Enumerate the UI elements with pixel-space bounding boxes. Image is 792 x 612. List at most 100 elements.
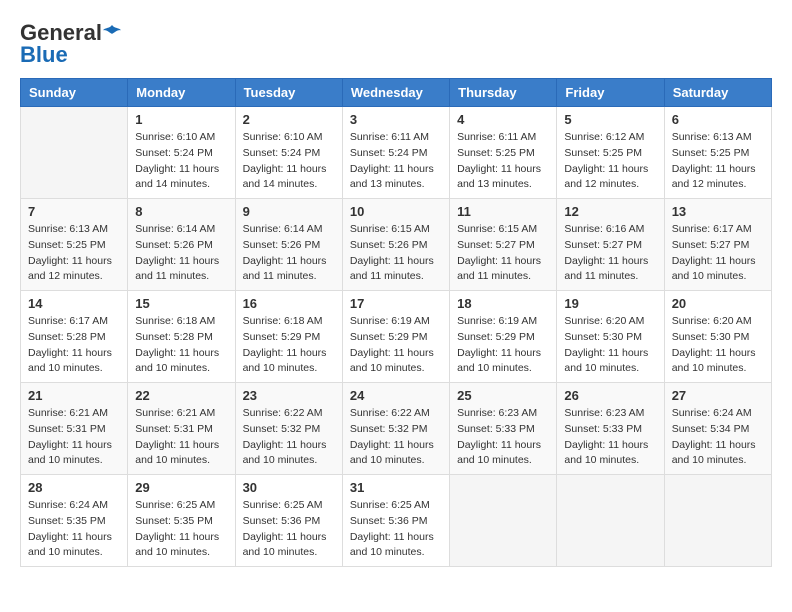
day-info: Sunrise: 6:25 AMSunset: 5:36 PMDaylight:…: [243, 498, 335, 561]
calendar-header-wednesday: Wednesday: [342, 79, 449, 107]
calendar-cell: 26Sunrise: 6:23 AMSunset: 5:33 PMDayligh…: [557, 383, 664, 475]
day-info: Sunrise: 6:10 AMSunset: 5:24 PMDaylight:…: [243, 130, 335, 193]
day-number: 30: [243, 480, 335, 495]
day-number: 8: [135, 204, 227, 219]
day-info: Sunrise: 6:12 AMSunset: 5:25 PMDaylight:…: [564, 130, 656, 193]
day-info: Sunrise: 6:23 AMSunset: 5:33 PMDaylight:…: [564, 406, 656, 469]
day-number: 22: [135, 388, 227, 403]
day-info: Sunrise: 6:22 AMSunset: 5:32 PMDaylight:…: [243, 406, 335, 469]
calendar-cell: 31Sunrise: 6:25 AMSunset: 5:36 PMDayligh…: [342, 475, 449, 567]
day-info: Sunrise: 6:18 AMSunset: 5:29 PMDaylight:…: [243, 314, 335, 377]
day-info: Sunrise: 6:15 AMSunset: 5:26 PMDaylight:…: [350, 222, 442, 285]
day-number: 27: [672, 388, 764, 403]
day-number: 13: [672, 204, 764, 219]
calendar-cell: 22 Sunrise: 6:21 AMSunset: 5:31 PMDayligh…: [128, 383, 235, 475]
calendar-cell: 14 Sunrise: 6:17 AMSunset: 5:28 PMDayligh…: [21, 291, 128, 383]
day-info: Sunrise: 6:20 AMSunset: 5:30 PMDaylight:…: [564, 314, 656, 377]
day-info: Sunrise: 6:17 AMSunset: 5:27 PMDaylight:…: [672, 222, 764, 285]
calendar-cell: 1 Sunrise: 6:10 AMSunset: 5:24 PMDaylight…: [128, 107, 235, 199]
calendar-cell: [664, 475, 771, 567]
day-number: 25: [457, 388, 549, 403]
day-number: 24: [350, 388, 442, 403]
calendar-cell: 18Sunrise: 6:19 AMSunset: 5:29 PMDayligh…: [450, 291, 557, 383]
calendar-cell: 30 Sunrise: 6:25 AMSunset: 5:36 PMDayligh…: [235, 475, 342, 567]
calendar-cell: [21, 107, 128, 199]
day-info: Sunrise: 6:13 AMSunset: 5:25 PMDaylight:…: [28, 222, 120, 285]
calendar-header-friday: Friday: [557, 79, 664, 107]
calendar-header-monday: Monday: [128, 79, 235, 107]
calendar-cell: [557, 475, 664, 567]
day-info: Sunrise: 6:14 AMSunset: 5:26 PMDaylight:…: [135, 222, 227, 285]
day-info: Sunrise: 6:17 AMSunset: 5:28 PMDaylight:…: [28, 314, 120, 377]
calendar-cell: 28 Sunrise: 6:24 AMSunset: 5:35 PMDayligh…: [21, 475, 128, 567]
day-info: Sunrise: 6:23 AMSunset: 5:33 PMDaylight:…: [457, 406, 549, 469]
calendar-week-row: 28 Sunrise: 6:24 AMSunset: 5:35 PMDayligh…: [21, 475, 772, 567]
day-info: Sunrise: 6:24 AMSunset: 5:35 PMDaylight:…: [28, 498, 120, 561]
day-number: 23: [243, 388, 335, 403]
calendar-cell: 17Sunrise: 6:19 AMSunset: 5:29 PMDayligh…: [342, 291, 449, 383]
day-info: Sunrise: 6:19 AMSunset: 5:29 PMDaylight:…: [457, 314, 549, 377]
calendar-cell: 12Sunrise: 6:16 AMSunset: 5:27 PMDayligh…: [557, 199, 664, 291]
calendar-cell: 6 Sunrise: 6:13 AMSunset: 5:25 PMDaylight…: [664, 107, 771, 199]
day-info: Sunrise: 6:25 AMSunset: 5:35 PMDaylight:…: [135, 498, 227, 561]
calendar-cell: 27 Sunrise: 6:24 AMSunset: 5:34 PMDayligh…: [664, 383, 771, 475]
calendar-cell: 29 Sunrise: 6:25 AMSunset: 5:35 PMDayligh…: [128, 475, 235, 567]
calendar-cell: 24 Sunrise: 6:22 AMSunset: 5:32 PMDayligh…: [342, 383, 449, 475]
day-info: Sunrise: 6:19 AMSunset: 5:29 PMDaylight:…: [350, 314, 442, 377]
day-number: 6: [672, 112, 764, 127]
day-number: 9: [243, 204, 335, 219]
day-info: Sunrise: 6:20 AMSunset: 5:30 PMDaylight:…: [672, 314, 764, 377]
calendar-cell: [450, 475, 557, 567]
day-number: 21: [28, 388, 120, 403]
logo-bird-icon: [103, 24, 121, 42]
calendar-cell: 2Sunrise: 6:10 AMSunset: 5:24 PMDaylight…: [235, 107, 342, 199]
day-info: Sunrise: 6:13 AMSunset: 5:25 PMDaylight:…: [672, 130, 764, 193]
calendar-header-thursday: Thursday: [450, 79, 557, 107]
calendar-cell: 10Sunrise: 6:15 AMSunset: 5:26 PMDayligh…: [342, 199, 449, 291]
day-number: 20: [672, 296, 764, 311]
calendar-cell: 16Sunrise: 6:18 AMSunset: 5:29 PMDayligh…: [235, 291, 342, 383]
day-number: 1: [135, 112, 227, 127]
day-info: Sunrise: 6:21 AMSunset: 5:31 PMDaylight:…: [135, 406, 227, 469]
calendar-cell: 13 Sunrise: 6:17 AMSunset: 5:27 PMDayligh…: [664, 199, 771, 291]
calendar-cell: 8 Sunrise: 6:14 AMSunset: 5:26 PMDaylight…: [128, 199, 235, 291]
day-info: Sunrise: 6:15 AMSunset: 5:27 PMDaylight:…: [457, 222, 549, 285]
day-number: 31: [350, 480, 442, 495]
calendar-cell: 5 Sunrise: 6:12 AMSunset: 5:25 PMDaylight…: [557, 107, 664, 199]
day-number: 15: [135, 296, 227, 311]
day-info: Sunrise: 6:11 AMSunset: 5:24 PMDaylight:…: [350, 130, 442, 193]
calendar-week-row: 1 Sunrise: 6:10 AMSunset: 5:24 PMDaylight…: [21, 107, 772, 199]
day-number: 4: [457, 112, 549, 127]
calendar-header-tuesday: Tuesday: [235, 79, 342, 107]
calendar-cell: 15 Sunrise: 6:18 AMSunset: 5:28 PMDayligh…: [128, 291, 235, 383]
day-number: 7: [28, 204, 120, 219]
day-number: 29: [135, 480, 227, 495]
calendar-week-row: 21 Sunrise: 6:21 AMSunset: 5:31 PMDayligh…: [21, 383, 772, 475]
calendar-cell: 7 Sunrise: 6:13 AMSunset: 5:25 PMDaylight…: [21, 199, 128, 291]
calendar-cell: 9Sunrise: 6:14 AMSunset: 5:26 PMDaylight…: [235, 199, 342, 291]
calendar-cell: 19 Sunrise: 6:20 AMSunset: 5:30 PMDayligh…: [557, 291, 664, 383]
day-number: 3: [350, 112, 442, 127]
day-info: Sunrise: 6:10 AMSunset: 5:24 PMDaylight:…: [135, 130, 227, 193]
calendar-cell: 3 Sunrise: 6:11 AMSunset: 5:24 PMDaylight…: [342, 107, 449, 199]
day-number: 19: [564, 296, 656, 311]
day-info: Sunrise: 6:18 AMSunset: 5:28 PMDaylight:…: [135, 314, 227, 377]
logo: General Blue: [20, 20, 121, 68]
calendar-header-saturday: Saturday: [664, 79, 771, 107]
day-number: 28: [28, 480, 120, 495]
calendar-week-row: 14 Sunrise: 6:17 AMSunset: 5:28 PMDayligh…: [21, 291, 772, 383]
day-info: Sunrise: 6:24 AMSunset: 5:34 PMDaylight:…: [672, 406, 764, 469]
calendar-week-row: 7 Sunrise: 6:13 AMSunset: 5:25 PMDaylight…: [21, 199, 772, 291]
day-info: Sunrise: 6:11 AMSunset: 5:25 PMDaylight:…: [457, 130, 549, 193]
day-info: Sunrise: 6:16 AMSunset: 5:27 PMDaylight:…: [564, 222, 656, 285]
page-header: General Blue: [20, 20, 772, 68]
calendar-cell: 20 Sunrise: 6:20 AMSunset: 5:30 PMDayligh…: [664, 291, 771, 383]
calendar-cell: 4 Sunrise: 6:11 AMSunset: 5:25 PMDaylight…: [450, 107, 557, 199]
day-info: Sunrise: 6:21 AMSunset: 5:31 PMDaylight:…: [28, 406, 120, 469]
day-number: 14: [28, 296, 120, 311]
day-info: Sunrise: 6:22 AMSunset: 5:32 PMDaylight:…: [350, 406, 442, 469]
calendar-cell: 25 Sunrise: 6:23 AMSunset: 5:33 PMDayligh…: [450, 383, 557, 475]
calendar-cell: 23 Sunrise: 6:22 AMSunset: 5:32 PMDayligh…: [235, 383, 342, 475]
day-number: 5: [564, 112, 656, 127]
calendar-header-sunday: Sunday: [21, 79, 128, 107]
